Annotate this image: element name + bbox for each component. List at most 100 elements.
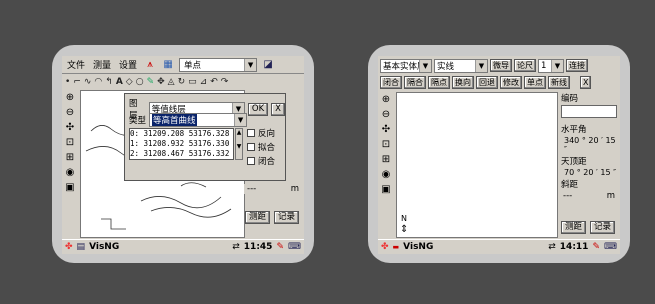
clock[interactable]: 14:11: [560, 242, 589, 252]
tool-new-line[interactable]: 新线: [548, 76, 570, 89]
circle-tool-icon[interactable]: ○: [136, 77, 144, 87]
checkbox-box: [247, 129, 255, 137]
connect-button[interactable]: 连接: [566, 59, 588, 72]
redo-icon[interactable]: ↷: [221, 77, 229, 87]
app-icon[interactable]: ▬: [393, 243, 400, 251]
fine-button[interactable]: 微导: [490, 59, 512, 72]
gps-icon[interactable]: ◉: [382, 169, 391, 180]
spline-tool-icon[interactable]: ↰: [105, 77, 113, 87]
locate-icon[interactable]: ⊞: [66, 152, 74, 163]
coordinate-list[interactable]: 0: 31209.208 53176.328 1: 31208.932 5317…: [129, 128, 234, 160]
options-group: 反向 拟合 闭合: [247, 127, 275, 167]
curve-tool-icon[interactable]: ∿: [84, 77, 92, 87]
pen-icon[interactable]: ✎: [592, 242, 600, 252]
record-button[interactable]: 记录: [590, 221, 616, 234]
measure-button[interactable]: 测距: [561, 221, 587, 234]
text-tool-icon[interactable]: A: [116, 77, 123, 87]
map-icon[interactable]: ▣: [381, 184, 390, 195]
menu-measure[interactable]: 测量: [91, 58, 113, 71]
entity-layer-select[interactable]: 基本实体层 ▼: [380, 58, 432, 73]
chevron-down-icon: ▼: [234, 114, 247, 126]
ok-button[interactable]: OK: [247, 102, 269, 116]
polyline-tool-icon[interactable]: ⌐: [73, 77, 81, 87]
pan-icon[interactable]: ✣: [382, 124, 390, 135]
network-icon[interactable]: ⇄: [548, 242, 556, 252]
north-label: N: [401, 214, 407, 223]
map-canvas[interactable]: N ⇕: [396, 92, 558, 238]
move-tool-icon[interactable]: ✥: [157, 77, 165, 87]
network-icon[interactable]: ⇄: [232, 242, 240, 252]
zoom-out-icon[interactable]: ⊖: [382, 109, 390, 120]
map-icon[interactable]: ▣: [65, 182, 74, 193]
layer-icon[interactable]: ▦: [161, 58, 175, 72]
type-select[interactable]: 等高首曲线 ▼: [149, 113, 248, 127]
pen-icon[interactable]: ✎: [276, 242, 284, 252]
tool-reverse[interactable]: 换向: [452, 76, 474, 89]
app-title[interactable]: VisNG: [89, 242, 119, 252]
survey-icon[interactable]: ⩚: [143, 58, 157, 72]
menu-settings[interactable]: 设置: [117, 58, 139, 71]
edit-tool-icon[interactable]: ✎: [147, 77, 155, 87]
measure-button[interactable]: 测距: [245, 211, 271, 224]
app-icon[interactable]: ▤: [77, 242, 86, 252]
tool-modify[interactable]: 修改: [500, 76, 522, 89]
slope-unit: m: [606, 191, 615, 201]
keyboard-icon[interactable]: ⌨: [604, 242, 617, 252]
vangle-value: 70 ° 20 ′ 15 ″: [564, 168, 617, 177]
list-scrollbar[interactable]: ▲ ▼: [235, 128, 243, 160]
gps-icon[interactable]: ◉: [66, 167, 75, 178]
tool-gap-point[interactable]: 隔点: [428, 76, 450, 89]
ruler-select[interactable]: 1 ▼: [538, 58, 564, 73]
north-arrow-icon: ⇕: [400, 224, 409, 235]
app-title[interactable]: VisNG: [403, 242, 433, 252]
checkbox-box: [247, 143, 255, 151]
rect-tool-icon[interactable]: ▭: [188, 77, 197, 87]
keyboard-icon[interactable]: ⌨: [288, 242, 301, 252]
tool-single-point[interactable]: 单点: [524, 76, 546, 89]
ruler-button[interactable]: 论尺: [514, 59, 536, 72]
measure-panel: --- m: [244, 184, 302, 194]
fit-checkbox[interactable]: 拟合: [247, 141, 275, 153]
tool-undo[interactable]: 回退: [476, 76, 498, 89]
hangle-label: 水平角: [561, 125, 587, 135]
left-side-toolbar: ⊕ ⊖ ✣ ⊡ ⊞ ◉ ▣: [62, 92, 78, 193]
zoom-all-icon[interactable]: ⊡: [382, 139, 390, 150]
distance-value: ---: [247, 184, 257, 194]
close-button[interactable]: X: [271, 102, 285, 116]
locate-icon[interactable]: ⊞: [382, 154, 390, 165]
list-item[interactable]: 1: 31208.932 53176.330: [130, 139, 233, 149]
point-tool-icon[interactable]: •: [65, 77, 70, 87]
point-mode-select[interactable]: 单点 ▼: [179, 57, 258, 72]
clock[interactable]: 11:45: [244, 242, 273, 252]
start-icon[interactable]: ✤: [65, 242, 73, 252]
rotate-tool-icon[interactable]: ↻: [178, 77, 186, 87]
reverse-label: 反向: [258, 129, 276, 139]
menu-file[interactable]: 文件: [65, 58, 87, 71]
symbol-tool-icon[interactable]: ◬: [168, 77, 175, 87]
code-input[interactable]: [561, 105, 617, 118]
zoom-all-icon[interactable]: ⊡: [66, 137, 74, 148]
start-icon[interactable]: ✤: [381, 242, 389, 252]
point-mode-value: 单点: [184, 60, 202, 71]
polygon-tool-icon[interactable]: ◇: [126, 77, 133, 87]
line-properties-dialog: 图层 等值线层 ▼ OK X 类型 等高首曲线 ▼ 0: 31209.208 5…: [124, 93, 286, 181]
tool-gap-close[interactable]: 隔合: [404, 76, 426, 89]
arc-tool-icon[interactable]: ◠: [94, 77, 102, 87]
tool-close-line[interactable]: 闭合: [380, 76, 402, 89]
zoom-in-icon[interactable]: ⊕: [382, 94, 390, 105]
list-item[interactable]: 0: 31209.208 53176.328: [130, 129, 233, 139]
reverse-checkbox[interactable]: 反向: [247, 127, 275, 139]
record-button[interactable]: 记录: [274, 211, 300, 224]
close-button[interactable]: X: [580, 76, 592, 89]
profile-tool-icon[interactable]: ⊿: [200, 77, 208, 87]
zoom-out-icon[interactable]: ⊖: [66, 107, 74, 118]
zoom-window-icon[interactable]: ◪: [261, 58, 275, 72]
zoom-in-icon[interactable]: ⊕: [66, 92, 74, 103]
pan-icon[interactable]: ✣: [66, 122, 74, 133]
close-checkbox[interactable]: 闭合: [247, 155, 275, 167]
line-type-select[interactable]: 实线 ▼: [434, 58, 488, 73]
list-item[interactable]: 2: 31208.467 53176.332: [130, 149, 233, 159]
type-value: 等高首曲线: [152, 114, 197, 126]
undo-icon[interactable]: ↶: [210, 77, 218, 87]
edit-toolbar: 闭合 隔合 隔点 换向 回退 修改 单点 新线 X: [378, 75, 592, 90]
